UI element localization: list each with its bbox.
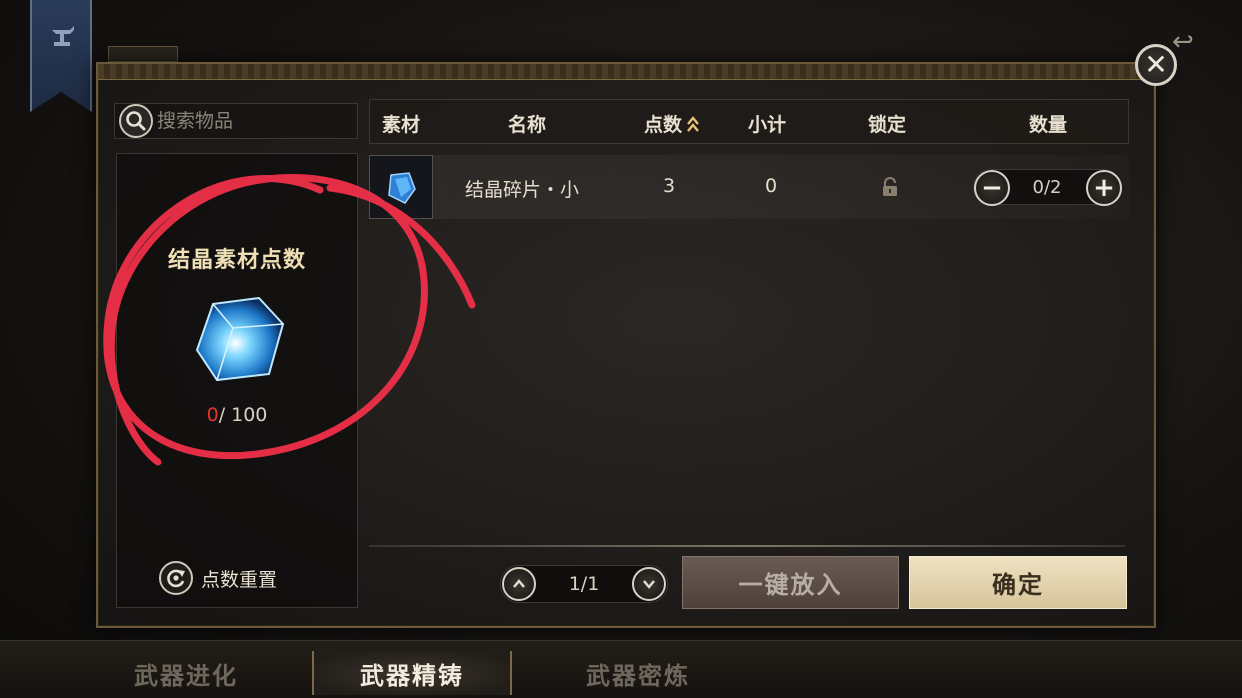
material-table-header: 素材 名称 点数 小计 锁定 数量 bbox=[369, 99, 1129, 144]
reset-points-label: 点数重置 bbox=[201, 568, 278, 591]
page-down-button[interactable] bbox=[632, 567, 666, 601]
panel-trim bbox=[98, 64, 1154, 80]
column-header-points[interactable]: 点数 bbox=[644, 110, 700, 137]
material-subtotal: 0 bbox=[765, 175, 778, 197]
sort-ascending-icon bbox=[687, 116, 699, 132]
tab-weapon-secret-refine[interactable]: 武器密炼 bbox=[538, 651, 738, 695]
column-header-subtotal: 小计 bbox=[748, 114, 787, 136]
plus-icon: + bbox=[1093, 173, 1115, 203]
guild-banner bbox=[30, 0, 92, 112]
tab-weapon-evolution[interactable]: 武器进化 bbox=[86, 651, 286, 695]
points-total: / 100 bbox=[218, 404, 268, 426]
reset-icon bbox=[159, 561, 193, 595]
search-icon bbox=[119, 104, 153, 138]
material-points: 3 bbox=[663, 175, 676, 197]
column-header-name: 名称 bbox=[508, 114, 547, 136]
points-counter: 0/ 100 bbox=[117, 404, 357, 426]
material-slot[interactable] bbox=[369, 155, 433, 219]
list-divider bbox=[369, 545, 1125, 547]
bottom-tab-bar: 武器进化 武器精铸 武器密炼 bbox=[0, 640, 1242, 698]
confirm-button[interactable]: 确定 bbox=[909, 556, 1127, 609]
points-current: 0 bbox=[206, 404, 219, 426]
increase-quantity-button[interactable]: + bbox=[1086, 170, 1122, 206]
column-header-points-label: 点数 bbox=[644, 114, 683, 136]
crystal-points-title: 结晶素材点数 bbox=[167, 247, 306, 273]
reset-points-button[interactable]: 点数重置 bbox=[159, 560, 277, 596]
chevron-down-icon bbox=[643, 580, 655, 589]
column-header-quantity: 数量 bbox=[1029, 114, 1068, 136]
material-name: 结晶碎片・小 bbox=[465, 179, 580, 201]
crystal-cube-icon bbox=[195, 296, 285, 382]
quantity-stepper: − 0/2 + bbox=[973, 169, 1122, 206]
column-header-material: 素材 bbox=[382, 114, 421, 136]
close-button[interactable]: ✕ bbox=[1135, 44, 1177, 86]
unlocked-padlock-icon[interactable] bbox=[881, 177, 899, 197]
close-icon: ✕ bbox=[1144, 48, 1168, 81]
search-box[interactable] bbox=[114, 103, 358, 139]
crystal-shard-icon bbox=[388, 172, 416, 204]
auto-fill-button[interactable]: 一键放入 bbox=[682, 556, 899, 609]
table-row[interactable]: 结晶碎片・小 3 0 − 0/2 + bbox=[369, 155, 1129, 219]
back-arrow-icon[interactable]: ↩ bbox=[1172, 28, 1204, 56]
crystal-points-card: 结晶素材点数 0/ 100 点数重置 bbox=[116, 153, 358, 608]
background-tab bbox=[108, 46, 178, 62]
column-header-lock: 锁定 bbox=[868, 114, 907, 136]
search-input[interactable] bbox=[157, 110, 347, 132]
anvil-icon bbox=[52, 26, 74, 46]
tab-weapon-refine[interactable]: 武器精铸 bbox=[312, 651, 512, 695]
pagination: 1/1 bbox=[500, 565, 668, 603]
